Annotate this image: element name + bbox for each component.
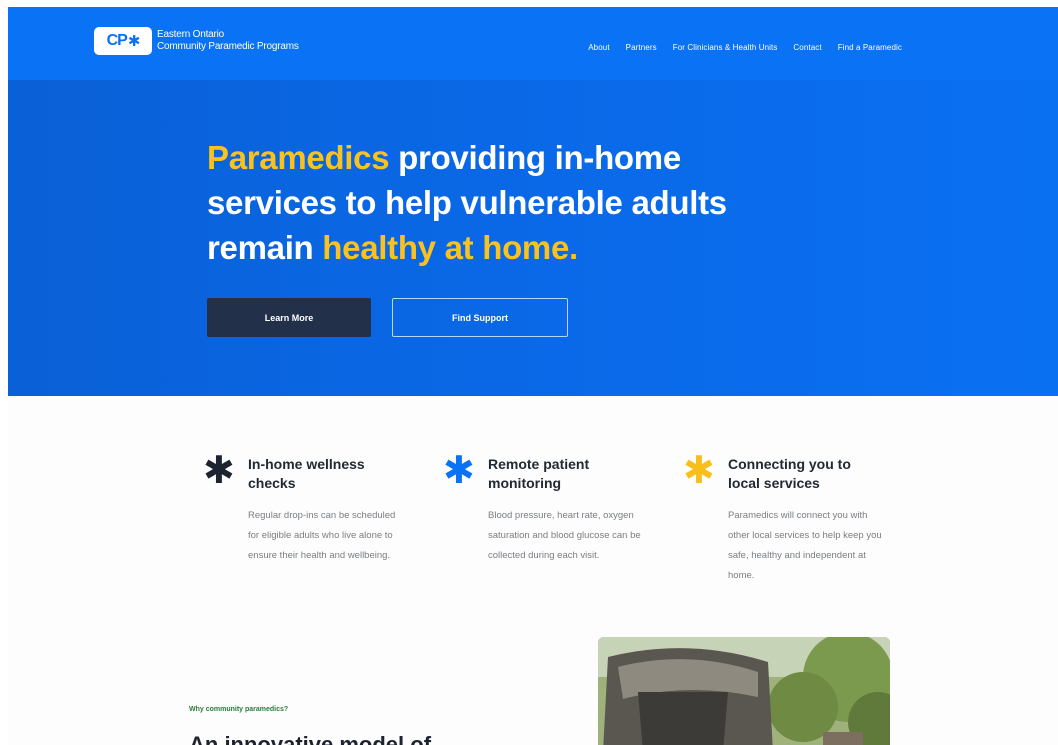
logo-line-1: Eastern Ontario	[157, 29, 225, 40]
feature-wellness-checks: ✱ In-home wellness checks Regular drop-i…	[196, 450, 436, 594]
why-label: Why community paramedics?	[189, 706, 289, 713]
site-header: CP ✱ Eastern Ontario Community Paramedic …	[8, 7, 1058, 80]
star-of-life-icon: ✱	[127, 33, 141, 50]
asterisk-yellow-icon: ✱	[683, 450, 715, 492]
nav-find-paramedic[interactable]: Find a Paramedic	[838, 43, 902, 52]
hero-section: Paramedics providing in-home services to…	[8, 80, 1058, 396]
logo-letters: CP	[106, 32, 128, 49]
feature-remote-monitoring: ✱ Remote patient monitoring Blood pressu…	[436, 450, 676, 594]
asterisk-blue-icon: ✱	[443, 450, 475, 492]
why-heading: An innovative model of	[189, 732, 432, 745]
feature-local-services: ✱ Connecting you to local services Param…	[676, 450, 916, 594]
feature-description: Regular drop-ins can be scheduled for el…	[248, 510, 396, 561]
asterisk-dark-icon: ✱	[203, 450, 235, 492]
find-support-button[interactable]: Find Support	[392, 298, 568, 337]
nav-clinicians[interactable]: For Clinicians & Health Units	[673, 43, 778, 52]
learn-more-button[interactable]: Learn More	[207, 298, 371, 337]
paramedic-photo-illustration	[598, 637, 890, 745]
hero-title-part-2: services to help vulnerable adults	[207, 184, 727, 221]
main-nav: About Partners For Clinicians & Health U…	[588, 43, 902, 52]
site-logo[interactable]: CP ✱ Eastern Ontario Community Paramedic …	[94, 26, 299, 56]
logo-line-2: Community Paramedic Programs	[157, 41, 299, 52]
logo-text: Eastern Ontario Community Paramedic Prog…	[157, 29, 299, 53]
hero-title-part-1: providing in-home	[389, 139, 681, 176]
feature-description: Blood pressure, heart rate, oxygen satur…	[488, 510, 641, 561]
features-section: ✱ In-home wellness checks Regular drop-i…	[196, 450, 916, 594]
nav-partners[interactable]: Partners	[626, 43, 657, 52]
feature-title: In-home wellness checks	[248, 456, 365, 491]
hero-title-accent-1: Paramedics	[207, 139, 390, 176]
nav-contact[interactable]: Contact	[793, 43, 821, 52]
feature-description: Paramedics will connect you with other l…	[728, 510, 882, 581]
hero-title-accent-2: healthy at home.	[322, 229, 578, 266]
paramedic-photo	[598, 637, 890, 745]
feature-title: Connecting you to local services	[728, 456, 851, 491]
logo-mark: CP ✱	[94, 27, 152, 55]
hero-title: Paramedics providing in-home services to…	[207, 135, 807, 270]
feature-title: Remote patient monitoring	[488, 456, 590, 491]
page: CP ✱ Eastern Ontario Community Paramedic …	[8, 7, 1058, 745]
hero-title-part-3: remain	[207, 229, 323, 266]
nav-about[interactable]: About	[588, 43, 609, 52]
